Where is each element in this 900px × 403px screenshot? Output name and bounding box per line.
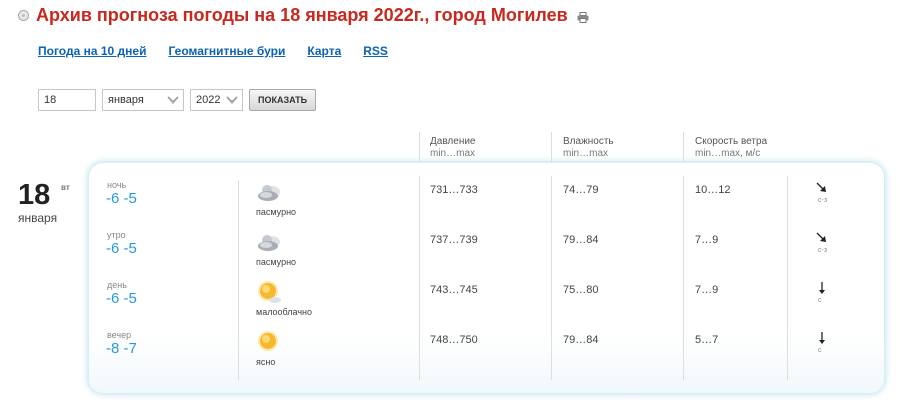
humidity-value: 79…84 (563, 334, 599, 346)
forecast-row-day: день -6 -5 малооблачно 743…745 75…80 7…9… (0, 280, 900, 330)
pressure-header: Давление min…max (430, 136, 475, 160)
humidity-header-sub: min…max (563, 148, 609, 159)
humidity-header-label: Влажность (563, 136, 614, 147)
pressure-value: 743…745 (430, 284, 478, 296)
page-title: Архив прогноза погоды на 18 января 2022г… (36, 4, 568, 25)
period-label: вечер (107, 330, 132, 340)
overcast-cloud-icon (258, 185, 280, 201)
wind-direction: с-з (818, 247, 828, 254)
forecast-row-evening: вечер -8 -7 ясно 748…750 79…84 5…7 с (0, 330, 900, 380)
wind-header-sub: min…max, м/с (695, 148, 761, 159)
wind-direction: с (818, 347, 822, 354)
day-input[interactable]: 18 (38, 89, 96, 111)
condition-label: ясно (256, 357, 276, 367)
print-icon[interactable] (577, 10, 589, 23)
month-select[interactable]: января (102, 89, 184, 111)
dropdown-icon (167, 96, 179, 105)
year-select-value: 2022 (196, 94, 221, 106)
wind-speed-value: 7…9 (695, 234, 719, 246)
arrow-down-right-icon (816, 182, 826, 192)
period-label: утро (107, 230, 126, 240)
title-row: Архив прогноза погоды на 18 января 2022г… (18, 4, 589, 26)
period-label: ночь (107, 180, 127, 190)
temperature: -6 -5 (106, 290, 137, 307)
temperature: -6 -5 (106, 190, 137, 207)
humidity-value: 74…79 (563, 184, 599, 196)
wind-header: Скорость ветра min…max, м/с (695, 136, 767, 160)
arrow-down-right-icon (816, 232, 826, 242)
nav-link-map[interactable]: Карта (307, 44, 341, 58)
nav-links: Погода на 10 дней Геомагнитные бури Карт… (38, 44, 410, 58)
overcast-cloud-icon (258, 235, 280, 251)
humidity-value: 79…84 (563, 234, 599, 246)
day-input-value: 18 (44, 94, 57, 106)
bullet-icon (18, 9, 29, 21)
humidity-value: 75…80 (563, 284, 599, 296)
wind-direction: с-з (818, 197, 828, 204)
humidity-header: Влажность min…max (563, 136, 614, 160)
period-label: день (107, 280, 127, 290)
date-form: 18 января 2022 ПОКАЗАТЬ (38, 89, 317, 111)
column-divider (551, 132, 552, 162)
condition-label: пасмурно (256, 257, 297, 267)
wind-direction: с (818, 297, 822, 304)
year-select[interactable]: 2022 (190, 89, 243, 111)
month-select-value: января (108, 94, 144, 106)
wind-header-label: Скорость ветра (695, 136, 768, 147)
arrow-down-icon (819, 332, 825, 344)
wind-speed-value: 7…9 (695, 284, 719, 296)
pressure-value: 748…750 (430, 334, 478, 346)
column-divider (419, 132, 420, 162)
condition-label: пасмурно (256, 207, 297, 217)
pressure-header-sub: min…max (430, 148, 476, 159)
pressure-value: 731…733 (430, 184, 478, 196)
nav-link-geomagnetic[interactable]: Геомагнитные бури (168, 44, 285, 58)
pressure-value: 737…739 (430, 234, 478, 246)
forecast-row-night: ночь -6 -5 пасмурно 731…733 74…79 10…12 … (0, 180, 900, 230)
wind-speed-value: 10…12 (695, 184, 731, 196)
temperature: -6 -5 (106, 240, 137, 257)
condition-label: малооблачно (256, 307, 313, 317)
sun-icon (258, 281, 281, 303)
wind-speed-value: 5…7 (695, 334, 719, 346)
nav-link-rss[interactable]: RSS (363, 44, 388, 58)
dropdown-icon (226, 96, 238, 105)
pressure-header-label: Давление (430, 136, 476, 147)
forecast-row-morning: утро -6 -5 пасмурно 737…739 79…84 7…9 с-… (0, 230, 900, 280)
temperature: -8 -7 (106, 340, 137, 357)
column-divider (683, 132, 684, 162)
nav-link-10-days[interactable]: Погода на 10 дней (38, 44, 146, 58)
show-button[interactable]: ПОКАЗАТЬ (249, 89, 317, 111)
sun-icon (258, 331, 278, 351)
arrow-down-icon (819, 282, 825, 294)
